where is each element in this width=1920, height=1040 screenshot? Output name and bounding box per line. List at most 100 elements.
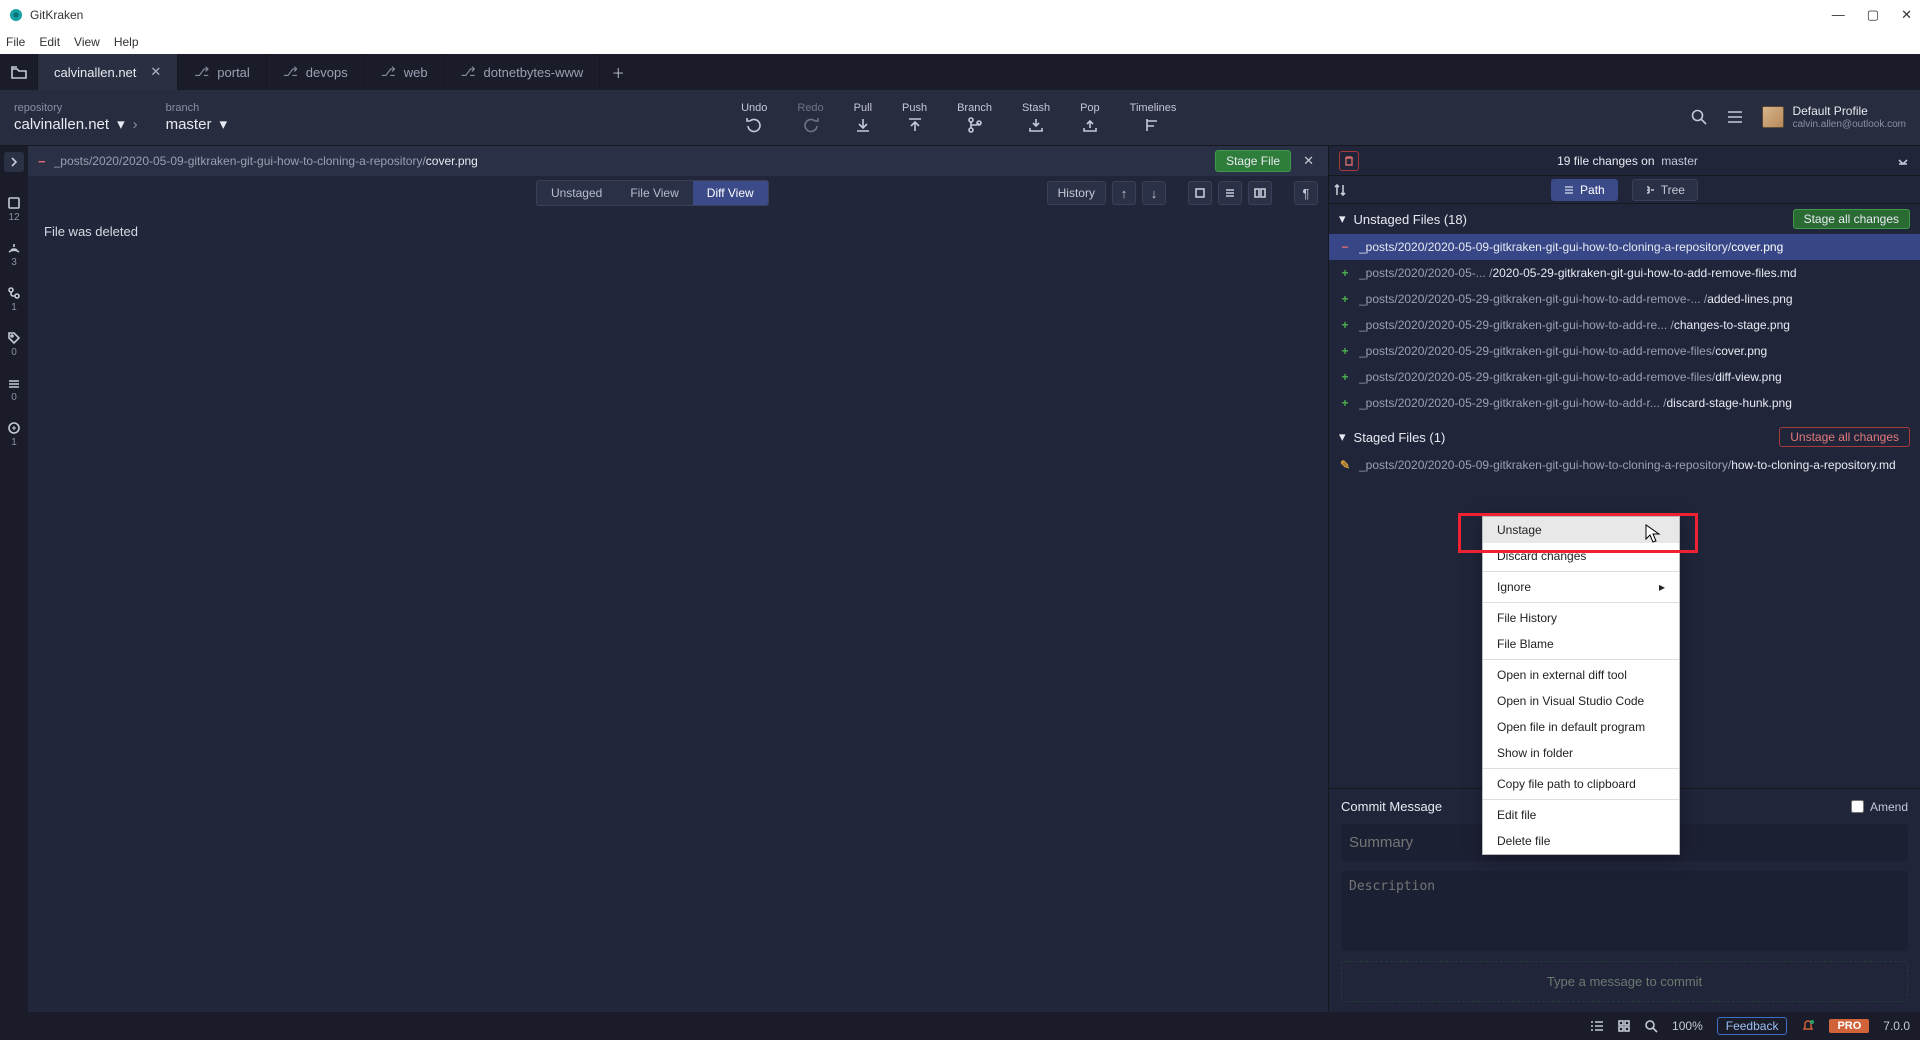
redo-button[interactable]: Redo: [797, 102, 823, 134]
tab-portal[interactable]: ⎇ portal: [178, 54, 267, 90]
new-tab-button[interactable]: ＋: [600, 54, 636, 90]
ctx-copy-file-path-to-clipboard[interactable]: Copy file path to clipboard: [1483, 771, 1679, 797]
notification-icon[interactable]: [1801, 1019, 1815, 1033]
amend-checkbox[interactable]: Amend: [1851, 800, 1908, 814]
search-button[interactable]: [1690, 108, 1708, 126]
repo-toolbar: repository calvinallen.net▾› branch mast…: [0, 90, 1920, 146]
wrap-toggle-button[interactable]: ¶: [1294, 181, 1318, 205]
repo-icon: ⎇: [461, 64, 476, 80]
pop-button[interactable]: Pop: [1080, 102, 1100, 134]
path-mode-button[interactable]: Path: [1551, 179, 1618, 201]
file-view-tab[interactable]: File View: [616, 181, 692, 205]
file-row[interactable]: ✎ _posts/2020/2020-05-09-gitkraken-git-g…: [1329, 452, 1920, 478]
menu-help[interactable]: Help: [114, 35, 139, 49]
unstaged-file-list: − _posts/2020/2020-05-09-gitkraken-git-g…: [1329, 234, 1920, 416]
stage-all-button[interactable]: Stage all changes: [1793, 209, 1910, 229]
commit-button[interactable]: Type a message to commit: [1341, 961, 1908, 1002]
redo-icon: [802, 116, 820, 134]
tab-calvinallen[interactable]: calvinallen.net ✕: [38, 54, 178, 90]
file-row[interactable]: + _posts/2020/2020-05-29-gitkraken-git-g…: [1329, 312, 1920, 338]
avatar: [1762, 106, 1784, 128]
repo-selector[interactable]: repository calvinallen.net▾›: [14, 102, 138, 133]
nav-down-button[interactable]: ↓: [1142, 181, 1166, 205]
inline-view-button[interactable]: [1218, 181, 1242, 205]
window-maximize-button[interactable]: ▢: [1867, 7, 1879, 23]
tab-web[interactable]: ⎇ web: [365, 54, 445, 90]
window-close-button[interactable]: ✕: [1901, 7, 1912, 23]
menu-view[interactable]: View: [74, 35, 100, 49]
tags-item[interactable]: 0: [7, 331, 21, 358]
local-branches-item[interactable]: 12: [7, 196, 21, 223]
timelines-button[interactable]: Timelines: [1130, 102, 1177, 134]
undo-icon: [745, 116, 763, 134]
nav-up-button[interactable]: ↑: [1112, 181, 1136, 205]
open-repo-button[interactable]: [0, 54, 38, 90]
commit-description-input[interactable]: [1341, 871, 1908, 951]
ctx-file-blame[interactable]: File Blame: [1483, 631, 1679, 657]
branch-button[interactable]: Branch: [957, 102, 992, 134]
repo-icon: ⎇: [283, 64, 298, 80]
stage-file-button[interactable]: Stage File: [1215, 150, 1291, 172]
file-row[interactable]: + _posts/2020/2020-05-29-gitkraken-git-g…: [1329, 286, 1920, 312]
expand-sidebar-button[interactable]: [4, 152, 24, 172]
pull-requests-item[interactable]: 1: [7, 286, 21, 313]
tab-close-icon[interactable]: ✕: [150, 64, 161, 80]
hunk-view-button[interactable]: [1188, 181, 1212, 205]
ctx-show-in-folder[interactable]: Show in folder: [1483, 740, 1679, 766]
app-menubar: File Edit View Help: [0, 30, 1920, 54]
file-row[interactable]: + _posts/2020/2020-05-29-gitkraken-git-g…: [1329, 364, 1920, 390]
settings-button[interactable]: [1726, 109, 1744, 125]
history-button[interactable]: History: [1047, 181, 1106, 205]
ctx-edit-file[interactable]: Edit file: [1483, 802, 1679, 828]
sort-button[interactable]: [1333, 183, 1347, 197]
push-button[interactable]: Push: [902, 102, 927, 134]
ctx-discard-changes[interactable]: Discard changes: [1483, 543, 1679, 569]
branch-selector[interactable]: branch master▾: [166, 102, 227, 133]
view-tabs-bar: Unstaged File View Diff View History ↑ ↓…: [28, 176, 1328, 210]
mod-icon: ✎: [1339, 458, 1351, 472]
collapse-panel-button[interactable]: [1896, 154, 1910, 168]
stashes-item[interactable]: 0: [7, 376, 21, 403]
unstaged-header[interactable]: ▾ Unstaged Files (18) Stage all changes: [1329, 204, 1920, 234]
list-view-icon[interactable]: [1590, 1020, 1604, 1032]
file-row[interactable]: + _posts/2020/2020-05-... /2020-05-29-gi…: [1329, 260, 1920, 286]
staged-header[interactable]: ▾ Staged Files (1) Unstage all changes: [1329, 422, 1920, 452]
menu-edit[interactable]: Edit: [39, 35, 60, 49]
pull-button[interactable]: Pull: [854, 102, 872, 134]
diff-view-tab[interactable]: Diff View: [693, 181, 768, 205]
ctx-open-file-in-default-program[interactable]: Open file in default program: [1483, 714, 1679, 740]
file-row[interactable]: + _posts/2020/2020-05-29-gitkraken-git-g…: [1329, 390, 1920, 416]
close-file-button[interactable]: ✕: [1299, 153, 1318, 169]
ctx-open-in-external-diff-tool[interactable]: Open in external diff tool: [1483, 662, 1679, 688]
file-row[interactable]: + _posts/2020/2020-05-29-gitkraken-git-g…: [1329, 338, 1920, 364]
submodules-item[interactable]: 1: [7, 421, 21, 448]
stash-button[interactable]: Stash: [1022, 102, 1050, 134]
changes-summary-bar: 19 file changes on master: [1329, 146, 1920, 176]
file-row[interactable]: − _posts/2020/2020-05-09-gitkraken-git-g…: [1329, 234, 1920, 260]
ctx-ignore[interactable]: Ignore▸: [1483, 574, 1679, 600]
profile-menu[interactable]: Default Profile calvin.allen@outlook.com: [1762, 104, 1906, 130]
remotes-item[interactable]: 3: [7, 241, 21, 268]
discard-all-button[interactable]: [1339, 151, 1359, 171]
window-minimize-button[interactable]: —: [1832, 7, 1845, 23]
tree-mode-button[interactable]: Tree: [1632, 179, 1698, 201]
separator: [1483, 602, 1679, 603]
grid-view-icon[interactable]: [1618, 1020, 1630, 1032]
tab-dotnetbytes[interactable]: ⎇ dotnetbytes-www: [445, 54, 601, 90]
file-header-bar: − _posts/2020/2020-05-09-gitkraken-git-g…: [28, 146, 1328, 176]
menu-file[interactable]: File: [6, 35, 25, 49]
ctx-unstage[interactable]: Unstage: [1483, 517, 1679, 543]
tab-devops[interactable]: ⎇ devops: [267, 54, 365, 90]
zoom-level: 100%: [1672, 1019, 1703, 1033]
feedback-button[interactable]: Feedback: [1717, 1017, 1788, 1035]
ctx-open-in-visual-studio-code[interactable]: Open in Visual Studio Code: [1483, 688, 1679, 714]
ctx-file-history[interactable]: File History: [1483, 605, 1679, 631]
zoom-icon[interactable]: [1644, 1019, 1658, 1033]
unstage-all-button[interactable]: Unstage all changes: [1779, 427, 1910, 447]
staged-file-list: ✎ _posts/2020/2020-05-09-gitkraken-git-g…: [1329, 452, 1920, 478]
ctx-delete-file[interactable]: Delete file: [1483, 828, 1679, 854]
add-icon: +: [1339, 396, 1351, 410]
undo-button[interactable]: Undo: [741, 102, 767, 134]
unstaged-tab[interactable]: Unstaged: [537, 181, 616, 205]
split-view-button[interactable]: [1248, 181, 1272, 205]
